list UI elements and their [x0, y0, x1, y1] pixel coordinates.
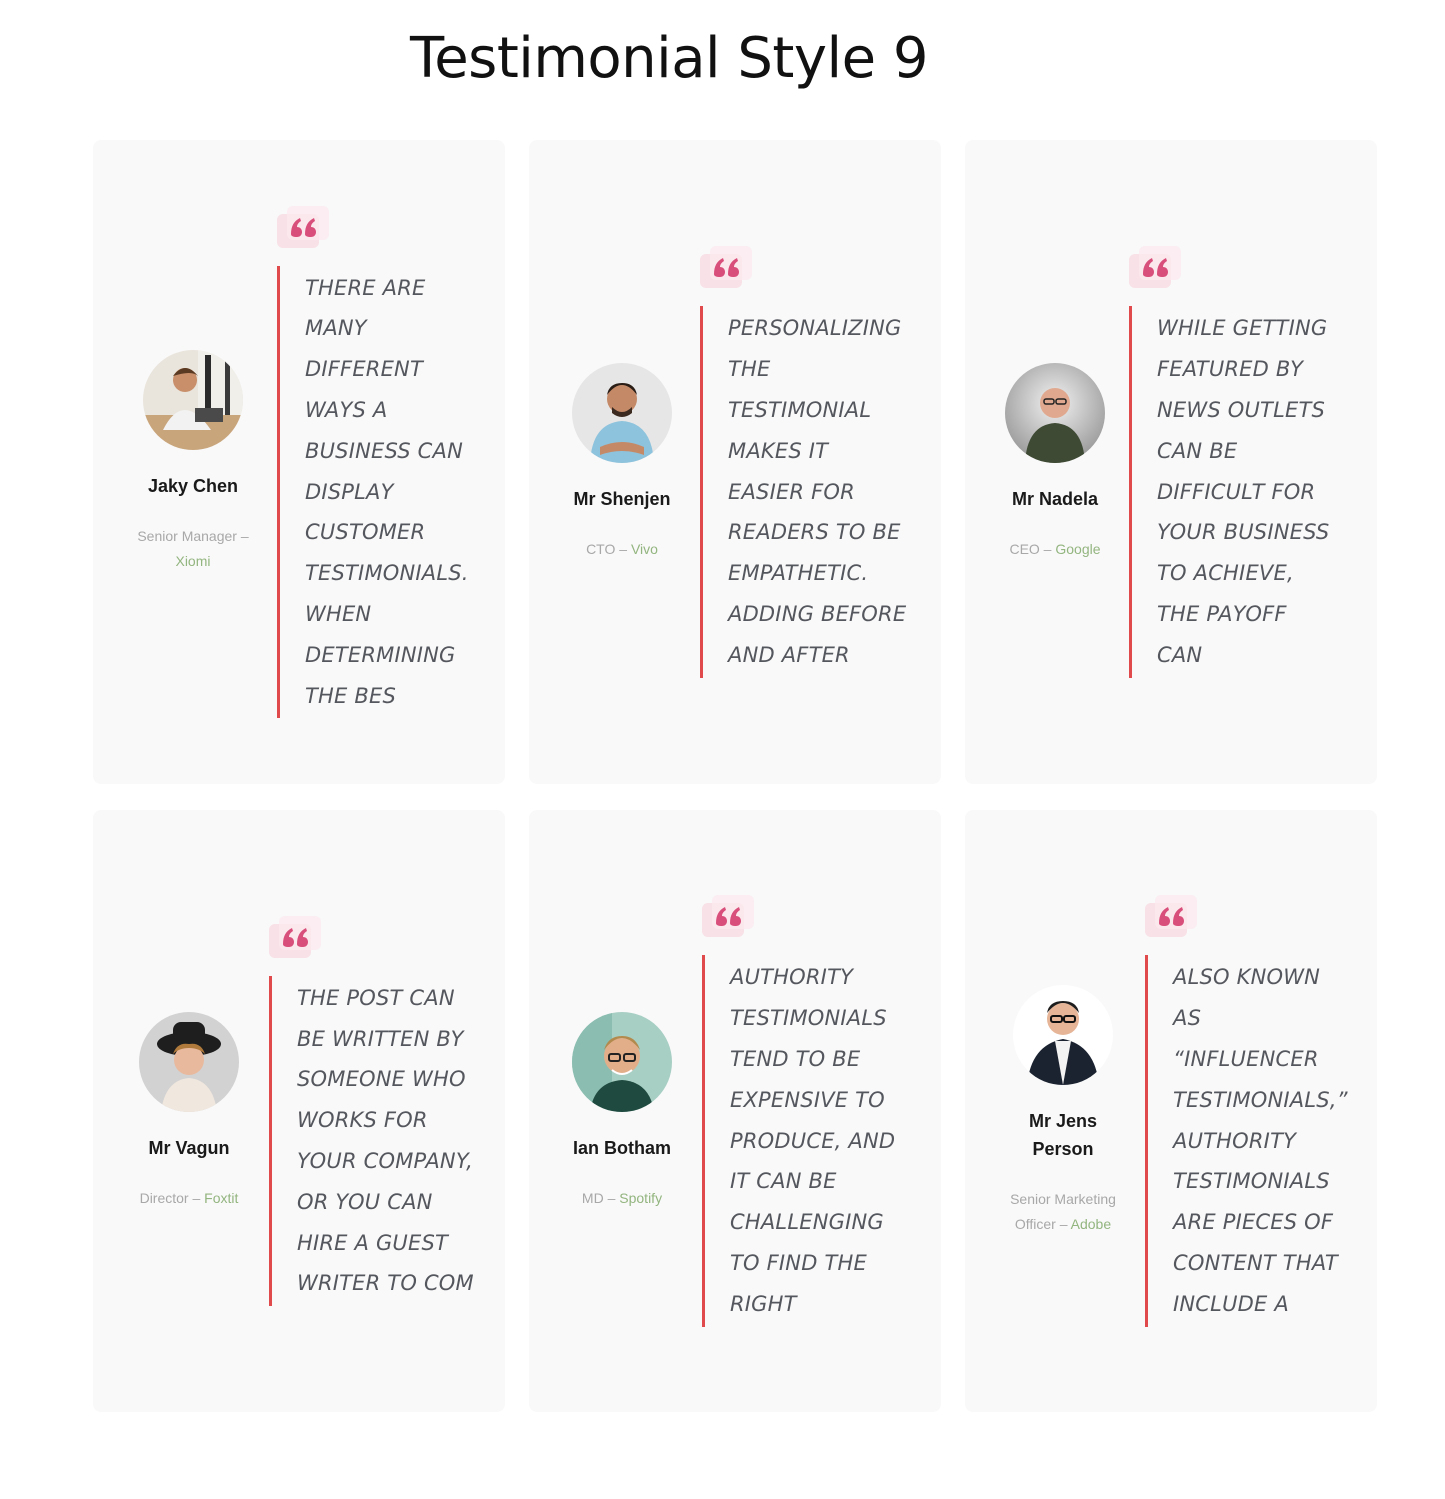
avatar	[572, 1011, 672, 1112]
quote-icon	[700, 246, 752, 289]
author-block: Mr Jens Person Senior Marketing Officer …	[973, 985, 1153, 1237]
author-block: Jaky Chen Senior Manager – Xiomi	[103, 350, 283, 574]
quote-text: Also known as “influencer testimonials,”…	[1145, 955, 1353, 1327]
quote-text: Authority testimonials tend to be expens…	[702, 955, 910, 1327]
testimonial-card: Jaky Chen Senior Manager – Xiomi There a…	[93, 140, 505, 784]
quote-icon	[269, 915, 321, 958]
avatar	[139, 1011, 239, 1112]
author-role: Senior Manager – Xiomi	[137, 528, 249, 569]
quote-block: There are many different ways a business…	[277, 205, 485, 719]
testimonial-card: Mr Vagun Director – Foxtit The post can …	[93, 810, 505, 1412]
author-name: Mr Vagun	[148, 1137, 230, 1158]
author-role: CEO – Google	[1009, 540, 1101, 557]
author-name: Mr Nadela	[1011, 488, 1099, 509]
quote-icon	[702, 895, 754, 938]
quote-block: Also known as “influencer testimonials,”…	[1145, 895, 1353, 1327]
quote-block: While getting featured by news outlets c…	[1129, 246, 1337, 678]
testimonial-card: Mr Jens Person Senior Marketing Officer …	[965, 810, 1377, 1412]
quote-block: Authority testimonials tend to be expens…	[702, 895, 910, 1327]
avatar	[1005, 362, 1105, 463]
author-company: Adobe	[1070, 1216, 1112, 1232]
quote-text: Personalizing the testimonial makes it e…	[700, 306, 908, 678]
avatar	[143, 350, 243, 450]
quote-block: The post can be written by someone who w…	[269, 915, 477, 1307]
author-block: Ian Botham MD – Spotify	[532, 1011, 712, 1211]
author-role: CTO – Vivo	[586, 540, 658, 557]
author-block: Mr Vagun Director – Foxtit	[99, 1011, 279, 1211]
author-company: Spotify	[619, 1189, 663, 1206]
testimonial-card: Mr Nadela CEO – Google While getting fea…	[965, 140, 1377, 784]
author-company: Xiomi	[175, 553, 211, 569]
testimonial-grid: Jaky Chen Senior Manager – Xiomi There a…	[0, 0, 1445, 1499]
author-block: Mr Shenjen CTO – Vivo	[532, 362, 712, 562]
author-company: Foxtit	[204, 1189, 239, 1206]
author-role: Senior Marketing Officer – Adobe	[1010, 1191, 1116, 1232]
quote-icon	[277, 205, 329, 248]
author-role: MD – Spotify	[581, 1189, 663, 1206]
quote-icon	[1129, 246, 1181, 289]
avatar	[572, 362, 672, 463]
quote-text: There are many different ways a business…	[277, 265, 485, 719]
author-name: Mr Jens Person	[1028, 1111, 1098, 1159]
quote-text: While getting featured by news outlets c…	[1129, 306, 1337, 678]
author-block: Mr Nadela CEO – Google	[965, 362, 1145, 562]
avatar	[1013, 985, 1113, 1085]
quote-icon	[1145, 895, 1197, 938]
quote-block: Personalizing the testimonial makes it e…	[700, 246, 908, 678]
author-company: Google	[1055, 540, 1101, 557]
author-name: Mr Shenjen	[573, 488, 671, 509]
quote-text: The post can be written by someone who w…	[269, 975, 477, 1307]
author-name: Jaky Chen	[147, 476, 239, 496]
testimonial-card: Ian Botham MD – Spotify Authority testim…	[529, 810, 941, 1412]
author-name: Ian Botham	[572, 1137, 671, 1158]
author-role: Director – Foxtit	[139, 1189, 239, 1206]
testimonial-card: Mr Shenjen CTO – Vivo Personalizing the …	[529, 140, 941, 784]
author-company: Vivo	[630, 540, 658, 557]
